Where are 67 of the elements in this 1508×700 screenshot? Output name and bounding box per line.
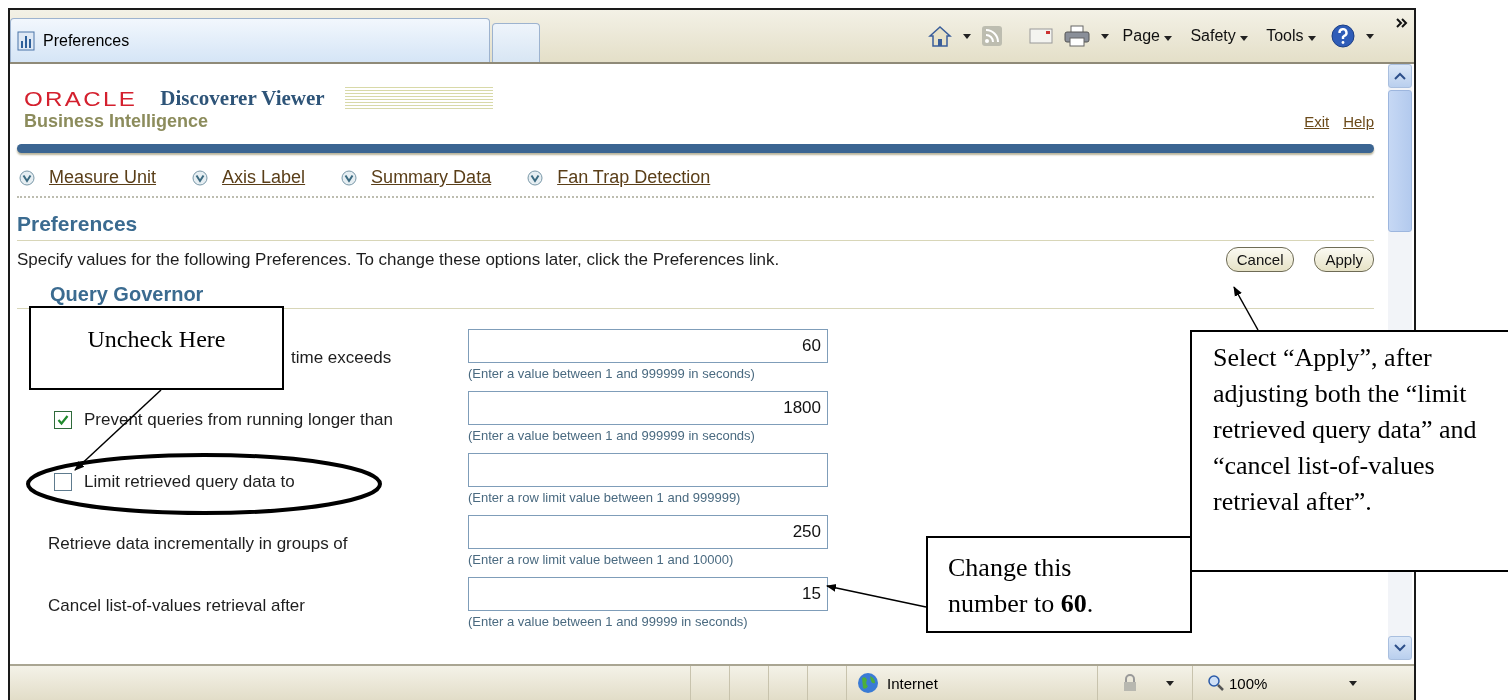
- hint-text: (Enter a value between 1 and 999999 in seconds): [468, 366, 756, 381]
- caret-icon: [1164, 36, 1173, 41]
- zoom-level[interactable]: 100%: [1229, 674, 1268, 692]
- scroll-up-button[interactable]: [1388, 64, 1412, 88]
- section-title: Query Governor: [50, 283, 205, 306]
- nav-link[interactable]: Fan Trap Detection: [557, 167, 711, 188]
- checkbox[interactable]: [54, 473, 72, 491]
- caret-icon[interactable]: [1100, 33, 1109, 39]
- header-link[interactable]: Help: [1343, 113, 1374, 130]
- security-zone: Internet: [887, 674, 938, 692]
- browser-tab[interactable]: Preferences: [10, 18, 490, 62]
- product-subtitle: Business Intelligence: [24, 111, 210, 132]
- caret-icon[interactable]: [1166, 680, 1174, 686]
- callout-box: Change this number to 60.: [926, 536, 1192, 633]
- action-button[interactable]: Apply: [1314, 247, 1374, 272]
- chevron-down-icon[interactable]: [192, 169, 209, 186]
- hint-text: (Enter a row limit value between 1 and 10000): [468, 552, 735, 567]
- page-title: Preferences: [17, 212, 139, 236]
- setting-label: Limit retrieved query data to: [84, 472, 295, 492]
- product-name: Discoverer Viewer: [160, 86, 325, 111]
- input-field[interactable]: 60: [468, 329, 828, 363]
- caret-icon[interactable]: [1349, 680, 1357, 686]
- chevron-down-icon[interactable]: [341, 169, 358, 186]
- caret-icon[interactable]: [962, 33, 971, 39]
- input-field[interactable]: 15: [468, 577, 828, 611]
- setting-label: Retrieve data incrementally in groups of: [48, 534, 348, 554]
- checkmark-icon: [56, 413, 70, 427]
- chevron-down-icon[interactable]: [19, 169, 35, 186]
- hint-text: (Enter a value between 1 and 99999 in seconds): [468, 614, 749, 629]
- globe-icon: [857, 672, 879, 694]
- hint-text: (Enter a row limit value between 1 and 999999): [468, 490, 742, 505]
- callout-box: Uncheck Here: [29, 306, 284, 390]
- printer-icon[interactable]: [1062, 24, 1091, 48]
- nav-link[interactable]: Axis Label: [222, 167, 306, 188]
- oracle-logo: ORACLE: [24, 86, 138, 111]
- chevron-down-icon[interactable]: [527, 169, 544, 186]
- chevron-up-icon: [1394, 72, 1406, 80]
- toolbar-menu[interactable]: Page: [1118, 27, 1177, 45]
- input-field[interactable]: 1800: [468, 391, 828, 425]
- setting-label: Cancel list-of-values retrieval after: [48, 596, 305, 616]
- caret-icon: [1308, 36, 1316, 41]
- action-button[interactable]: Cancel: [1225, 247, 1295, 272]
- mail-icon[interactable]: [1028, 27, 1053, 45]
- help-icon[interactable]: [1330, 23, 1356, 49]
- input-field[interactable]: 250: [468, 515, 828, 549]
- input-field[interactable]: [468, 453, 828, 487]
- setting-label: time exceeds: [291, 348, 392, 368]
- nav-link[interactable]: Measure Unit: [49, 167, 157, 188]
- callout-box: Select “Apply”, after adjusting both the “limit retrieved query data” and “cancel list-of-values retrieval after”.: [1190, 330, 1508, 572]
- caret-icon: [1240, 36, 1249, 41]
- scroll-down-button[interactable]: [1388, 636, 1412, 660]
- leader-line: [1233, 286, 1259, 331]
- tab-title: Preferences: [43, 31, 130, 50]
- chevron-down-icon: [1394, 644, 1406, 652]
- checkbox[interactable]: [54, 411, 72, 429]
- toolbar-menu[interactable]: Safety: [1186, 27, 1253, 45]
- header-link[interactable]: Exit: [1304, 113, 1330, 130]
- double-chevron-icon[interactable]: [1396, 18, 1408, 28]
- description-text: Specify values for the following Preferences. To change these options later, click the Preferences link.: [17, 249, 780, 270]
- magnifier-icon[interactable]: [1207, 674, 1225, 692]
- home-icon[interactable]: [926, 24, 953, 48]
- toolbar-menu[interactable]: Tools: [1262, 27, 1320, 45]
- scroll-thumb[interactable]: [1388, 90, 1412, 232]
- bar-chart-icon: [17, 30, 35, 51]
- hint-text: (Enter a value between 1 and 999999 in seconds): [468, 428, 756, 443]
- nav-link[interactable]: Summary Data: [371, 167, 492, 188]
- caret-icon[interactable]: [1366, 33, 1374, 39]
